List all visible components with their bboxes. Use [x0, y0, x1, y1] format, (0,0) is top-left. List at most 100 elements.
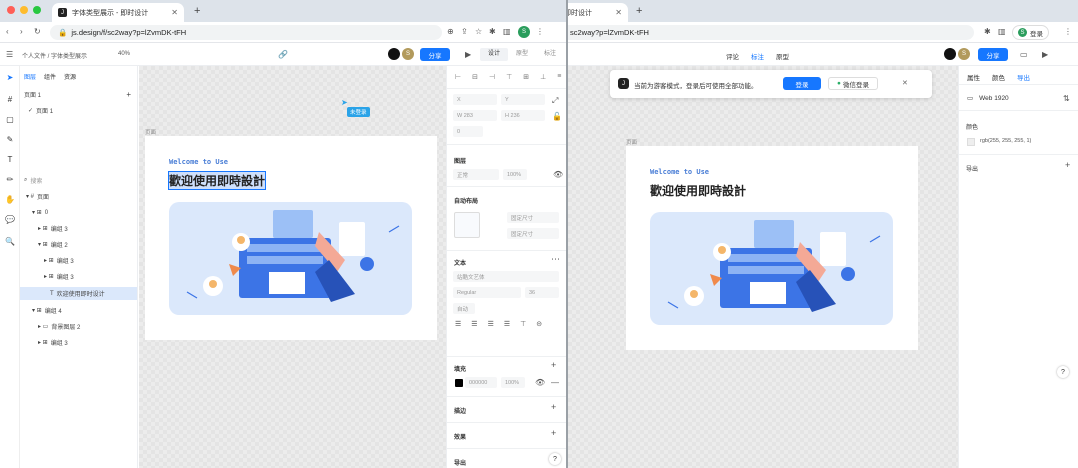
minimize-window-icon[interactable]	[20, 6, 28, 14]
fill-hex-field[interactable]: 000000	[465, 377, 497, 388]
user-avatar[interactable]: S	[402, 48, 414, 60]
pen-tool-icon[interactable]: ✎	[5, 134, 15, 144]
layer-row[interactable]: ▸ ⊞ 编组 3	[20, 270, 137, 283]
tab-annotate[interactable]: 标注	[751, 51, 764, 61]
align-left-icon[interactable]: ⊢	[455, 73, 461, 81]
sidebar-icon[interactable]: ▥	[503, 27, 511, 36]
rectangle-tool-icon[interactable]: ▢	[5, 114, 15, 124]
more-menu-icon[interactable]: ⋮	[536, 27, 544, 36]
blend-mode-select[interactable]: 正常	[453, 169, 499, 180]
font-weight-select[interactable]: Regular	[453, 287, 521, 298]
text-middle-icon[interactable]: ⊝	[536, 320, 542, 328]
add-fill-icon[interactable]: +	[551, 360, 556, 370]
x-field[interactable]: X	[453, 94, 497, 105]
close-tab-icon[interactable]: ✕	[607, 8, 622, 17]
tab-properties[interactable]: 属性	[967, 72, 980, 82]
tab-prototype[interactable]: 原型	[508, 48, 536, 61]
extensions-icon[interactable]: ✱	[489, 27, 496, 36]
layer-row[interactable]: ▾ # 页面	[20, 190, 137, 203]
profile-avatar[interactable]: S	[518, 26, 530, 38]
layer-row[interactable]: ▸ ⊞ 编组 3	[20, 254, 137, 267]
visibility-eye-icon[interactable]: 👁	[553, 170, 563, 179]
new-tab-icon[interactable]: +	[636, 5, 642, 17]
collaborator-avatar[interactable]	[944, 48, 956, 60]
color-value[interactable]: rgb(255, 255, 255, 1)	[980, 138, 1031, 144]
align-right-icon[interactable]: ⊣	[489, 73, 495, 81]
artboard[interactable]: Welcome to Use 歡迎使用即時設計	[145, 136, 437, 340]
wechat-login-button[interactable]: ● 微信登录	[828, 77, 878, 90]
layer-search[interactable]: ⌕ 搜索	[20, 174, 137, 187]
hand-tool-icon[interactable]: ✋	[5, 194, 15, 204]
opacity-field[interactable]: 100%	[503, 169, 527, 180]
constrain-icon[interactable]: ⤢	[552, 96, 558, 106]
font-size-field[interactable]: 36	[525, 287, 559, 298]
layer-row[interactable]: ▾ ⊞ 编组 2	[20, 238, 137, 251]
lock-ratio-icon[interactable]: 🔓	[552, 112, 562, 121]
tab-components[interactable]: 组件	[44, 72, 56, 81]
share-page-icon[interactable]: ⇪	[461, 27, 468, 36]
welcome-text[interactable]: Welcome to Use	[169, 158, 228, 166]
login-button[interactable]: 登录	[783, 77, 821, 90]
share-button-right[interactable]: 分享	[978, 48, 1008, 61]
close-window-icon[interactable]	[7, 6, 15, 14]
text-align-center-icon[interactable]: ☰	[471, 320, 477, 328]
text-top-icon[interactable]: ⊤	[520, 320, 526, 328]
url-field-right[interactable]: sc2way?p=lZvmDK-tFH	[568, 25, 974, 40]
align-center-icon[interactable]: ⊟	[472, 73, 478, 81]
tab-export[interactable]: 导出	[1017, 72, 1030, 82]
search-tool-icon[interactable]: 🔍	[5, 236, 15, 246]
pencil-tool-icon[interactable]: ✏	[5, 174, 15, 184]
align-top-icon[interactable]: ⊤	[506, 73, 512, 81]
layer-row[interactable]: ▸ ⊞ 编组 3	[20, 336, 137, 349]
play-icon[interactable]: ▶	[465, 50, 471, 59]
comment-tool-icon[interactable]: 💬	[5, 214, 15, 224]
tab-colors[interactable]: 颜色	[992, 72, 1005, 82]
new-tab-icon[interactable]: +	[194, 5, 200, 17]
add-stroke-icon[interactable]: +	[551, 402, 556, 412]
y-field[interactable]: Y	[501, 94, 545, 105]
back-icon[interactable]: ‹	[6, 27, 9, 36]
tab-design[interactable]: 设计	[480, 48, 508, 61]
artboard-preview[interactable]: Welcome to Use 歡迎使用即時設計	[626, 146, 918, 350]
layer-row[interactable]: ▾ ⊞ 编组 4	[20, 304, 137, 317]
design-canvas[interactable]: 页面 未登录 ➤ Welcome to Use 歡迎使用即時設計	[139, 66, 446, 468]
zoom-level[interactable]: 40%	[118, 51, 130, 57]
browser-tab-right[interactable]: 即时设计 ✕	[568, 3, 628, 22]
tab-layers[interactable]: 图层	[24, 72, 36, 81]
play-icon[interactable]: ▶	[1042, 50, 1048, 59]
text-align-right-icon[interactable]: ☰	[488, 320, 494, 328]
horizontal-resize-select[interactable]: 固定尺寸	[507, 212, 559, 223]
page-item[interactable]: ✓ 页面 1	[20, 104, 137, 117]
breadcrumb[interactable]: 个人文件 / 字体类型展示	[22, 51, 87, 60]
link-icon[interactable]: 🔗	[278, 50, 288, 59]
align-bottom-icon[interactable]: ⊥	[540, 73, 546, 81]
rotation-field[interactable]: 0	[453, 126, 483, 137]
layer-row[interactable]: ▾ ⊞ 0	[20, 206, 137, 219]
user-avatar[interactable]: S	[958, 48, 970, 60]
selected-layer-row[interactable]: T 欢迎使用即时设计	[20, 287, 137, 300]
bookmark-star-icon[interactable]: ☆	[475, 27, 482, 36]
frame-tool-icon[interactable]: #	[5, 94, 15, 104]
text-more-icon[interactable]: ⋯	[551, 254, 560, 265]
sidebar-icon[interactable]: ▥	[998, 27, 1006, 36]
text-justify-icon[interactable]: ☰	[504, 320, 510, 328]
main-menu-icon[interactable]: ☰	[6, 50, 13, 59]
present-icon[interactable]: ▭	[1020, 50, 1028, 59]
help-button-right[interactable]: ?	[1057, 366, 1069, 378]
layer-row[interactable]: ▸ ⊞ 编组 3	[20, 222, 137, 235]
more-menu-icon[interactable]: ⋮	[1064, 27, 1072, 36]
collaborator-avatar[interactable]	[388, 48, 400, 60]
translate-icon[interactable]: ⊕	[447, 27, 454, 36]
fill-opacity-field[interactable]: 100%	[501, 377, 525, 388]
distribute-icon[interactable]: ≡	[557, 73, 561, 81]
profile-chip[interactable]: S 登录	[1012, 25, 1049, 40]
width-field[interactable]: W 283	[453, 110, 497, 121]
url-field[interactable]: 🔒 js.design/f/sc2way?p=lZvmDK-tFH	[50, 25, 442, 40]
headline-text[interactable]: 歡迎使用即時設計	[167, 171, 267, 190]
add-effect-icon[interactable]: +	[551, 428, 556, 438]
extensions-icon[interactable]: ✱	[984, 27, 991, 36]
add-export-icon[interactable]: +	[1065, 160, 1070, 170]
device-row[interactable]: ▭ Web 1920	[967, 94, 1009, 103]
tab-prototype[interactable]: 原型	[776, 51, 789, 61]
close-tab-icon[interactable]: ✕	[163, 8, 178, 17]
